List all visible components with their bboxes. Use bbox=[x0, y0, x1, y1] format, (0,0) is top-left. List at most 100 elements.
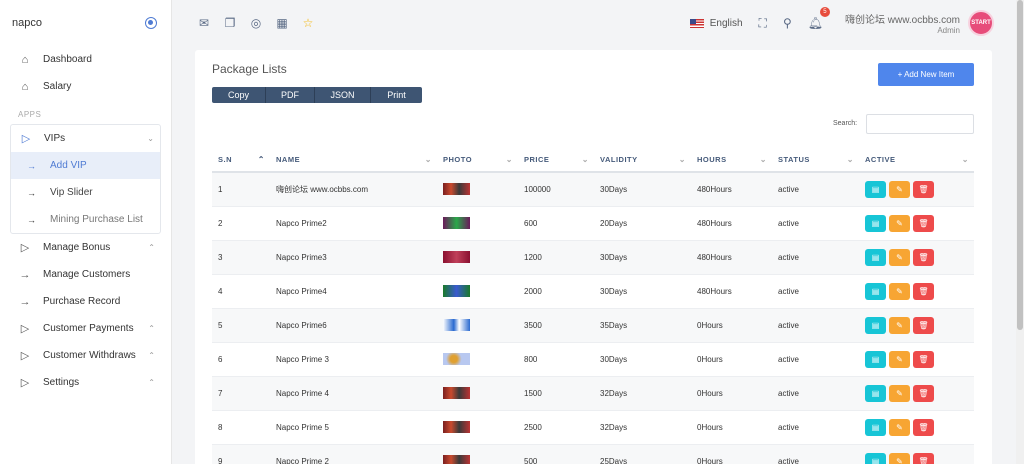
view-calendar-button[interactable]: ▤ bbox=[865, 350, 886, 368]
check-circle-icon[interactable]: ◎ bbox=[249, 16, 263, 30]
add-new-item-button[interactable]: + Add New Item bbox=[878, 63, 974, 86]
sidebar-toggle-icon[interactable] bbox=[145, 17, 157, 29]
column-header-name[interactable]: NAME ⌄ bbox=[270, 148, 437, 173]
delete-button[interactable]: 🗑︎ bbox=[913, 248, 934, 266]
sidebar-item-manage-customers[interactable]: → Manage Customers bbox=[0, 261, 171, 288]
sidebar-subitem-mining-purchase-list[interactable]: → Mining Purchase List bbox=[11, 206, 160, 233]
search-input[interactable] bbox=[866, 114, 974, 134]
column-header-label: NAME bbox=[276, 155, 301, 164]
edit-button[interactable]: ✎ bbox=[889, 248, 910, 266]
delete-button[interactable]: 🗑︎ bbox=[913, 214, 934, 232]
table-row: 5 Napco Prime6 3500 35Days 0Hours active ▤ ✎ 🗑︎ bbox=[212, 308, 974, 343]
sidebar-subitem-vip-slider[interactable]: → Vip Slider bbox=[11, 179, 160, 206]
copy-button[interactable]: Copy bbox=[212, 87, 266, 103]
cell-name: Napco Prime 3 bbox=[270, 342, 437, 377]
edit-button[interactable]: ✎ bbox=[889, 350, 910, 368]
star-icon[interactable]: ☆ bbox=[301, 16, 315, 30]
trash-icon: 🗑︎ bbox=[918, 252, 929, 262]
trash-icon: 🗑︎ bbox=[918, 422, 929, 432]
package-thumbnail bbox=[443, 387, 470, 399]
column-header-photo[interactable]: PHOTO ⌄ bbox=[437, 148, 518, 173]
delete-button[interactable]: 🗑︎ bbox=[913, 316, 934, 334]
pdf-button[interactable]: PDF bbox=[266, 87, 315, 103]
cell-price: 100000 bbox=[518, 172, 594, 207]
topbar: ✉ ❐ ◎ ▦ ☆ English ⛶ ⚲ 🔔︎ 5 嗨创论坛 www.ocbbs… bbox=[172, 0, 1024, 46]
notification-bell[interactable]: 🔔︎ 5 bbox=[808, 7, 830, 30]
brand-header: napco bbox=[0, 0, 171, 46]
sidebar-item-salary[interactable]: ⌂ Salary bbox=[0, 73, 171, 100]
cell-hours: 480Hours bbox=[691, 240, 772, 275]
delete-button[interactable]: 🗑︎ bbox=[913, 350, 934, 368]
pencil-icon: ✎ bbox=[896, 422, 903, 432]
sidebar-item-settings[interactable]: ▷ Settings ⌃ bbox=[0, 369, 171, 396]
sidebar-item-dashboard[interactable]: ⌂ Dashboard bbox=[0, 46, 171, 73]
package-thumbnail bbox=[443, 455, 470, 464]
chat-icon[interactable]: ❐ bbox=[223, 16, 237, 30]
cell-price: 2500 bbox=[518, 410, 594, 445]
json-button[interactable]: JSON bbox=[315, 87, 371, 103]
user-info[interactable]: 嗨创论坛 www.ocbbs.com Admin bbox=[845, 11, 960, 35]
language-selector[interactable]: English bbox=[689, 18, 743, 29]
delete-button[interactable]: 🗑︎ bbox=[913, 384, 934, 402]
column-header-status[interactable]: STATUS ⌄ bbox=[772, 148, 859, 173]
sidebar-item-customer-payments[interactable]: ▷ Customer Payments ⌃ bbox=[0, 315, 171, 342]
column-header-active[interactable]: ACTIVE ⌄ bbox=[859, 148, 974, 173]
chevron-down-icon: ⌄ bbox=[147, 134, 154, 143]
calendar-icon[interactable]: ▦ bbox=[275, 16, 289, 30]
edit-button[interactable]: ✎ bbox=[889, 282, 910, 300]
edit-button[interactable]: ✎ bbox=[889, 418, 910, 436]
sidebar-subitem-label: Add VIP bbox=[50, 160, 87, 171]
delete-button[interactable]: 🗑︎ bbox=[913, 418, 934, 436]
topbar-right: English ⛶ ⚲ 🔔︎ 5 嗨创论坛 www.ocbbs.com Admin… bbox=[689, 0, 994, 46]
fullscreen-icon[interactable]: ⛶ bbox=[759, 16, 767, 31]
view-calendar-button[interactable]: ▤ bbox=[865, 282, 886, 300]
sidebar-item-purchase-record[interactable]: → Purchase Record bbox=[0, 288, 171, 315]
sidebar-item-label: Manage Bonus bbox=[43, 242, 111, 253]
view-calendar-button[interactable]: ▤ bbox=[865, 248, 886, 266]
view-calendar-button[interactable]: ▤ bbox=[865, 316, 886, 334]
cell-validity: 35Days bbox=[594, 308, 691, 343]
sidebar-subitem-add-vip[interactable]: → Add VIP bbox=[11, 152, 160, 179]
trash-icon: 🗑︎ bbox=[918, 354, 929, 364]
mail-icon[interactable]: ✉ bbox=[197, 16, 211, 30]
avatar[interactable]: START bbox=[968, 10, 994, 36]
cell-price: 1500 bbox=[518, 376, 594, 411]
search-icon[interactable]: ⚲ bbox=[783, 16, 792, 30]
section-label-apps: APPS bbox=[18, 109, 42, 119]
sidebar-item-label: Salary bbox=[43, 81, 72, 92]
sidebar-item-vips[interactable]: ▷ VIPs ⌄ bbox=[11, 125, 160, 152]
calendar-icon: ▤ bbox=[871, 388, 880, 398]
page-scrollbar[interactable] bbox=[1016, 0, 1024, 464]
sidebar-item-customer-withdraws[interactable]: ▷ Customer Withdraws ⌃ bbox=[0, 342, 171, 369]
edit-button[interactable]: ✎ bbox=[889, 452, 910, 464]
edit-button[interactable]: ✎ bbox=[889, 180, 910, 198]
column-header-price[interactable]: PRICE ⌄ bbox=[518, 148, 594, 173]
view-calendar-button[interactable]: ▤ bbox=[865, 418, 886, 436]
edit-button[interactable]: ✎ bbox=[889, 214, 910, 232]
sort-icon: ⌄ bbox=[581, 155, 589, 164]
column-header-validity[interactable]: VALIDITY ⌄ bbox=[594, 148, 691, 173]
view-calendar-button[interactable]: ▤ bbox=[865, 384, 886, 402]
column-header-hours[interactable]: HOURS ⌄ bbox=[691, 148, 772, 173]
view-calendar-button[interactable]: ▤ bbox=[865, 214, 886, 232]
arrow-right-icon: → bbox=[27, 160, 36, 171]
delete-button[interactable]: 🗑︎ bbox=[913, 452, 934, 464]
sort-icon: ⌄ bbox=[961, 155, 969, 164]
edit-button[interactable]: ✎ bbox=[889, 384, 910, 402]
view-calendar-button[interactable]: ▤ bbox=[865, 180, 886, 198]
sidebar-item-label: Customer Withdraws bbox=[43, 350, 136, 361]
row-actions: ▤ ✎ 🗑︎ bbox=[865, 418, 974, 436]
cell-actions: ▤ ✎ 🗑︎ bbox=[859, 444, 974, 464]
cell-actions: ▤ ✎ 🗑︎ bbox=[859, 172, 974, 207]
cell-sn: 3 bbox=[212, 240, 270, 275]
print-button[interactable]: Print bbox=[371, 87, 422, 103]
row-actions: ▤ ✎ 🗑︎ bbox=[865, 180, 974, 198]
column-header-sn[interactable]: S.N ⌃ bbox=[212, 148, 270, 173]
delete-button[interactable]: 🗑︎ bbox=[913, 282, 934, 300]
sort-icon: ⌄ bbox=[759, 155, 767, 164]
edit-button[interactable]: ✎ bbox=[889, 316, 910, 334]
cell-status: active bbox=[772, 274, 859, 309]
sidebar-item-manage-bonus[interactable]: ▷ Manage Bonus ⌃ bbox=[0, 234, 171, 261]
view-calendar-button[interactable]: ▤ bbox=[865, 452, 886, 464]
delete-button[interactable]: 🗑︎ bbox=[913, 180, 934, 198]
